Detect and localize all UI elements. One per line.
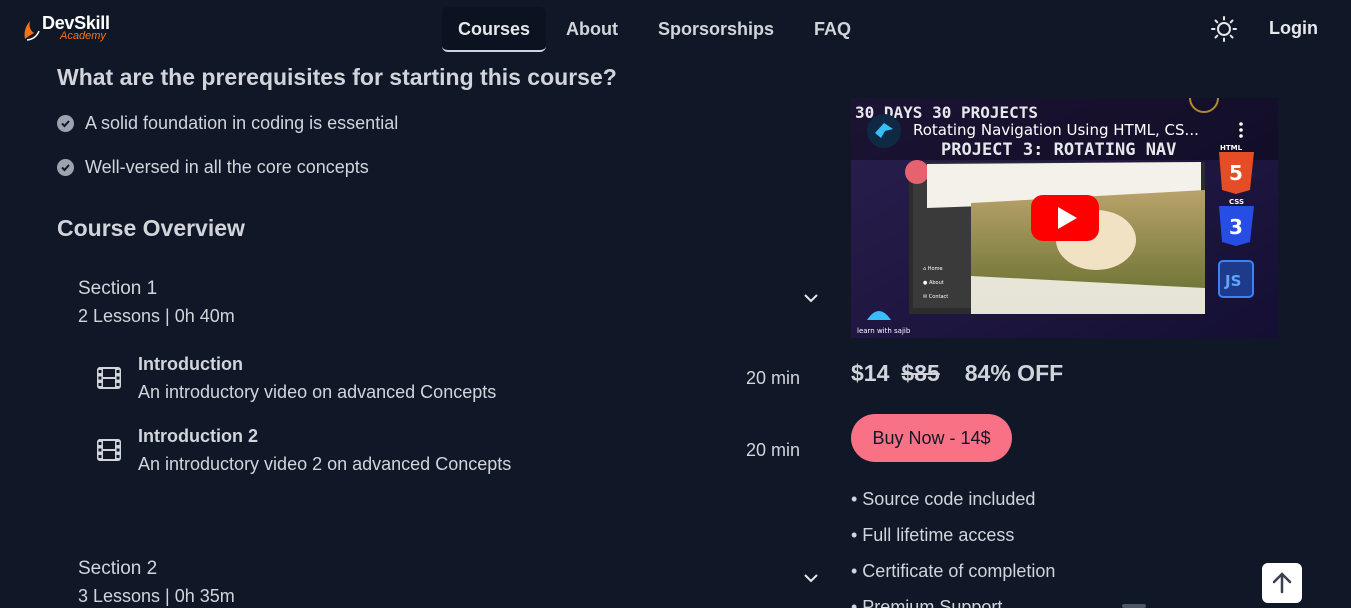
feature-item: • Source code included [851,489,1036,509]
check-circle-icon [57,159,74,176]
scroll-to-top-button[interactable] [1262,563,1302,603]
prerequisite-item: A solid foundation in coding is essentia… [57,113,398,134]
css-badge-label: CSS [1229,198,1244,206]
old-price: $85 [901,360,940,386]
section-1-header[interactable]: Section 1 2 Lessons | 0h 40m [78,278,820,327]
nav-links: Courses About Sporsorships FAQ [442,7,871,52]
lesson-row[interactable]: Introduction 2 An introductory video 2 o… [96,426,800,478]
feature-item: • Certificate of completion [851,561,1056,581]
video-thumbnail: 30 DAYS 30 PROJECTS PROJECT 3: ROTATING … [851,98,1278,338]
video-subtitle-text: PROJECT 3: ROTATING NAV [941,140,1176,160]
prerequisite-text: A solid foundation in coding is essentia… [85,113,399,133]
svg-text:JS: JS [1224,272,1241,290]
nav-sponsorships[interactable]: Sporsorships [638,7,794,52]
film-icon [97,367,121,389]
top-navbar: DevSkill Academy Courses About Sporsorsh… [0,0,1351,58]
feature-item: • Premium Support [851,597,1003,608]
scroll-indicator [1122,604,1146,608]
svg-text:✉ Contact: ✉ Contact [923,294,948,300]
section-name: Section 2 [78,558,158,579]
lesson-description: An introductory video 2 on advanced Conc… [138,454,512,474]
prerequisites-heading: What are the prerequisites for starting … [57,64,617,90]
course-overview-heading: Course Overview [57,215,245,241]
price-row: $14 $85 84% OFF [851,360,1063,387]
section-meta: 3 Lessons | 0h 35m [78,586,235,606]
svg-text:⌂ Home: ⌂ Home [923,266,943,272]
course-video-embed[interactable]: 30 DAYS 30 PROJECTS PROJECT 3: ROTATING … [851,98,1278,338]
buy-now-button[interactable]: Buy Now - 14$ [851,414,1012,462]
video-title: Rotating Navigation Using HTML, CS... [913,121,1199,139]
section-2-header[interactable]: Section 2 3 Lessons | 0h 35m [78,558,820,607]
chevron-down-icon[interactable] [802,292,820,304]
svg-text:3: 3 [1229,215,1243,239]
channel-label: learn with sajib [857,327,911,335]
arrow-up-icon [1272,572,1292,594]
feature-item: • Full lifetime access [851,525,1015,545]
chevron-down-icon[interactable] [802,572,820,584]
section-name: Section 1 [78,278,158,299]
prerequisite-item: Well-versed in all the core concepts [57,157,369,178]
prerequisite-text: Well-versed in all the core concepts [85,157,369,177]
svg-text:5: 5 [1229,161,1243,185]
sun-icon[interactable] [1211,16,1237,42]
brand-logo[interactable]: DevSkill Academy [22,14,110,42]
current-price: $14 [851,360,890,386]
logo-mark-icon [24,21,40,41]
nav-faq[interactable]: FAQ [794,7,871,52]
lesson-duration: 20 min [745,440,800,460]
nav-courses[interactable]: Courses [442,7,547,52]
svg-text:● About: ● About [923,280,944,286]
film-icon [97,439,121,461]
lesson-title: Introduction [138,354,243,374]
section-meta: 2 Lessons | 0h 40m [78,306,235,326]
brand-sub: Academy [60,30,106,42]
lesson-description: An introductory video on advanced Concep… [138,382,497,402]
lesson-title: Introduction 2 [138,426,258,446]
check-circle-icon [57,115,74,132]
html-badge-label: HTML [1220,144,1243,152]
discount-label: 84% OFF [964,360,1064,386]
login-link[interactable]: Login [1269,18,1318,39]
lesson-duration: 20 min [745,368,800,388]
lesson-row[interactable]: Introduction An introductory video on ad… [96,354,800,406]
nav-about[interactable]: About [546,7,638,52]
